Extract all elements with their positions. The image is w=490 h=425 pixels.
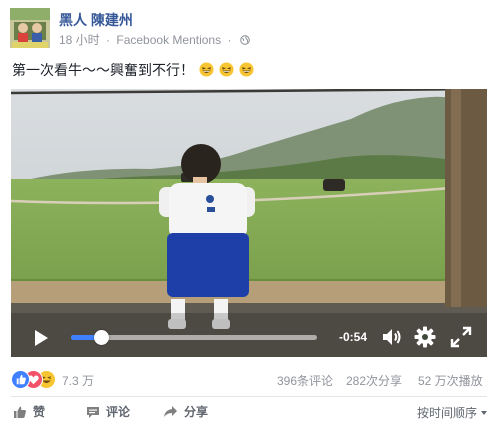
caret-down-icon <box>481 411 487 415</box>
share-label: 分享 <box>184 405 209 419</box>
avatar[interactable] <box>10 8 50 48</box>
video-scrubber-handle[interactable] <box>93 330 109 345</box>
post-text: 第一次看牛～～興奮到不行！ <box>12 60 254 80</box>
video-controls: -0:54 <box>11 313 487 357</box>
play-icon[interactable] <box>31 328 51 348</box>
thumbs-up-icon <box>14 406 26 418</box>
like-label: 赞 <box>33 405 46 419</box>
post-text-content: 第一次看牛～～興奮到不行！ <box>12 62 194 78</box>
share-count[interactable]: 282次分享 <box>346 372 402 389</box>
grinning-squint-face-icon <box>199 62 214 77</box>
share-icon <box>164 406 177 417</box>
gear-icon[interactable] <box>413 325 437 349</box>
volume-icon[interactable] <box>380 325 404 349</box>
grinning-squint-face-icon <box>219 62 234 77</box>
post-time[interactable]: 18 小时 <box>59 31 100 48</box>
post-stats: 7.3 万 396条评论 282次分享 52 万次播放 <box>11 364 487 394</box>
view-count: 52 万次播放 <box>418 374 483 388</box>
comment-label: 评论 <box>106 405 131 419</box>
comment-icon <box>87 407 99 418</box>
video-remaining-time: -0:54 <box>339 330 368 344</box>
fullscreen-icon[interactable] <box>449 325 473 349</box>
video-player[interactable]: -0:54 <box>11 89 487 357</box>
post-actions: 赞 评论 分享 按时间顺序 <box>11 400 487 424</box>
author-name[interactable]: 黑人 陳建州 <box>59 10 133 30</box>
post-meta: 18 小时 · Facebook Mentions · <box>59 31 250 48</box>
post-source[interactable]: Facebook Mentions <box>116 33 221 47</box>
reaction-count[interactable]: 7.3 万 <box>62 372 94 389</box>
comment-sort-dropdown[interactable]: 按时间顺序 <box>417 404 487 421</box>
comment-button[interactable]: 评论 <box>86 403 130 420</box>
meta-separator-2: · <box>227 32 232 47</box>
globe-icon[interactable] <box>239 34 250 45</box>
like-reaction-icon <box>11 370 30 389</box>
post-header: 黑人 陳建州 18 小时 · Facebook Mentions · <box>10 8 480 50</box>
meta-separator: · <box>106 32 111 47</box>
comment-count[interactable]: 396条评论 <box>277 372 333 389</box>
video-progress-bar[interactable] <box>71 330 317 345</box>
sort-label: 按时间顺序 <box>416 406 477 420</box>
like-button[interactable]: 赞 <box>13 403 45 420</box>
grinning-squint-face-icon <box>239 62 254 77</box>
share-button[interactable]: 分享 <box>163 403 208 420</box>
divider <box>11 396 487 397</box>
